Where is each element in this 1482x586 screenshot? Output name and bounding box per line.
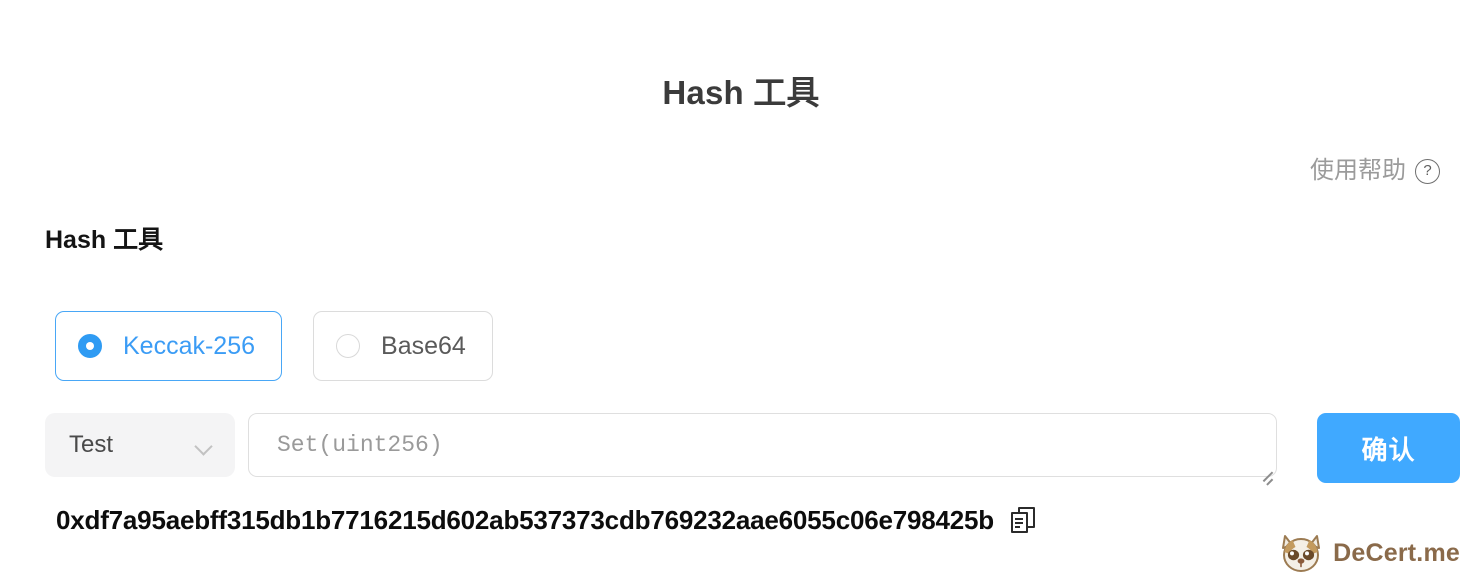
brand-logo[interactable]: DeCert.me — [1278, 532, 1460, 574]
copy-icon[interactable] — [1010, 507, 1035, 533]
hash-tool-page: Hash 工具 使用帮助 ? Hash 工具 Keccak-256 Base64… — [0, 0, 1482, 586]
type-select-value: Test — [69, 431, 114, 458]
question-circle-icon[interactable]: ? — [1415, 158, 1440, 184]
hash-input-row: Test 确认 — [45, 413, 1460, 486]
radio-option-label: Keccak-256 — [123, 332, 256, 360]
confirm-button[interactable]: 确认 — [1317, 413, 1460, 483]
algorithm-radio-group: Keccak-256 Base64 — [55, 311, 493, 381]
hash-result-value: 0xdf7a95aebff315db1b7716215d602ab537373c… — [56, 505, 994, 535]
chevron-down-icon[interactable] — [196, 440, 213, 450]
hash-result-row: 0xdf7a95aebff315db1b7716215d602ab537373c… — [56, 503, 1035, 537]
hash-input-wrapper — [248, 413, 1277, 486]
page-title: Hash 工具 — [662, 74, 820, 111]
radio-option-keccak-256[interactable]: Keccak-256 — [55, 311, 283, 381]
hash-input[interactable] — [248, 413, 1277, 477]
radio-selected-icon[interactable] — [78, 334, 102, 358]
radio-unselected-icon[interactable] — [336, 334, 361, 358]
radio-option-label: Base64 — [381, 332, 466, 360]
brand-name: DeCert.me — [1333, 539, 1460, 567]
raccoon-mascot-icon — [1278, 532, 1324, 574]
radio-option-base64[interactable]: Base64 — [313, 311, 493, 381]
section-heading: Hash 工具 — [45, 226, 164, 254]
help-link-label: 使用帮助 — [1310, 157, 1406, 184]
help-link[interactable]: 使用帮助 ? — [1310, 155, 1440, 187]
type-select[interactable]: Test — [45, 413, 235, 477]
